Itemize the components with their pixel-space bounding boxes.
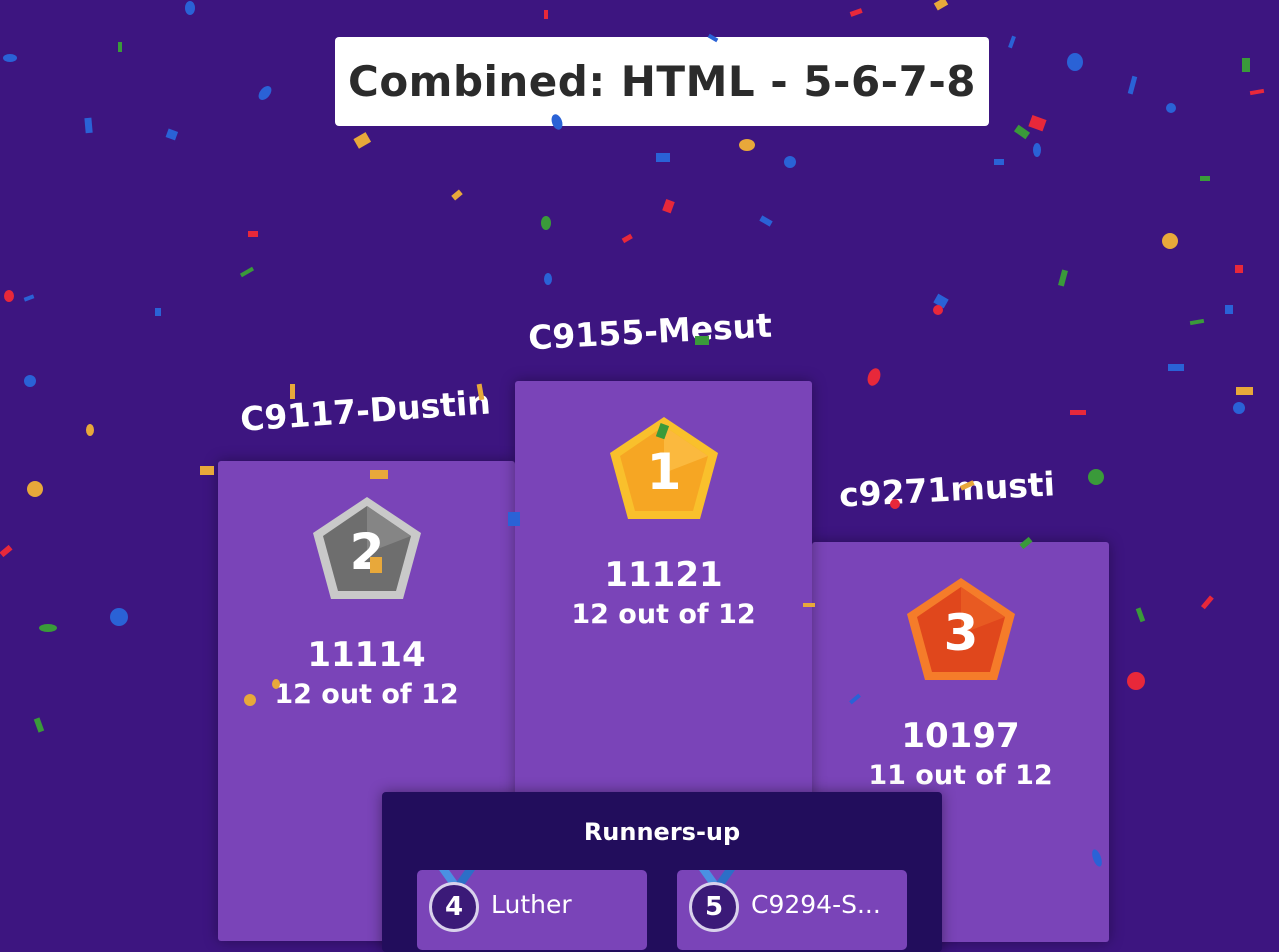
third-place-correct: 11 out of 12 xyxy=(868,760,1053,791)
runner-up-card[interactable]: 4 Luther xyxy=(417,870,647,950)
bronze-medal-icon: 3 xyxy=(907,578,1015,680)
runner-up-card[interactable]: 5 C9294-S... xyxy=(677,870,907,950)
gold-medal-icon: 1 xyxy=(610,417,718,519)
second-place-correct: 12 out of 12 xyxy=(274,679,459,710)
first-place-correct: 12 out of 12 xyxy=(571,599,756,630)
runner-up-name: Luther xyxy=(491,890,572,919)
runners-up-panel: Runners-up 4 Luther 5 C9294-S... xyxy=(382,792,942,952)
third-place-score: 10197 xyxy=(901,716,1020,756)
runner-up-name: C9294-S... xyxy=(751,890,881,919)
quiz-title: Combined: HTML - 5-6-7-8 xyxy=(348,57,976,106)
third-place-rank: 3 xyxy=(944,604,979,662)
quiz-title-box: Combined: HTML - 5-6-7-8 xyxy=(335,37,989,126)
second-place-rank: 2 xyxy=(350,523,385,581)
runners-up-title: Runners-up xyxy=(583,818,741,846)
second-place-score: 11114 xyxy=(307,635,426,675)
first-place-rank: 1 xyxy=(647,443,682,501)
silver-medal-icon: 2 xyxy=(313,497,421,599)
first-place-score: 11121 xyxy=(604,555,723,595)
third-place-name: c9271musti xyxy=(838,464,1056,515)
first-place-name: C9155-Mesut xyxy=(527,305,773,358)
second-place-name: C9117-Dustin xyxy=(238,382,492,439)
